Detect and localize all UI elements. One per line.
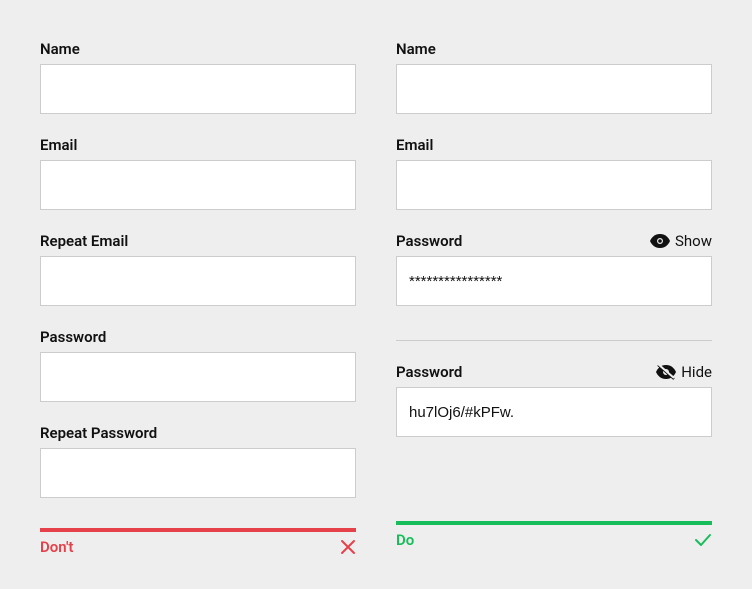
eye-off-icon — [656, 364, 676, 380]
show-password-toggle[interactable]: Show — [650, 232, 712, 250]
email-label: Email — [396, 136, 433, 154]
repeat-password-label: Repeat Password — [40, 424, 157, 442]
dont-column: Name Email Repeat Email Password Repeat … — [40, 40, 356, 549]
eye-icon — [650, 234, 670, 248]
repeat-email-label: Repeat Email — [40, 232, 128, 250]
dont-bar — [40, 528, 356, 532]
email-input[interactable] — [40, 160, 356, 210]
field-name: Name — [396, 40, 712, 114]
field-email: Email — [396, 136, 712, 210]
password-label: Password — [396, 363, 462, 381]
field-password: Password — [40, 328, 356, 402]
cross-icon — [340, 539, 356, 555]
field-name: Name — [40, 40, 356, 114]
password-masked-input[interactable] — [396, 256, 712, 306]
email-label: Email — [40, 136, 77, 154]
name-input[interactable] — [40, 64, 356, 114]
password-plain-input[interactable] — [396, 387, 712, 437]
name-label: Name — [396, 40, 436, 58]
field-repeat-password: Repeat Password — [40, 424, 356, 498]
do-column: Name Email Password Show Password — [396, 40, 712, 549]
password-label: Password — [396, 232, 462, 250]
hide-password-toggle[interactable]: Hide — [656, 363, 712, 381]
check-icon — [694, 533, 712, 547]
show-label: Show — [675, 232, 712, 250]
dont-label: Don't — [40, 538, 73, 556]
repeat-email-input[interactable] — [40, 256, 356, 306]
section-divider — [396, 340, 712, 341]
field-email: Email — [40, 136, 356, 210]
password-input[interactable] — [40, 352, 356, 402]
do-footer: Do — [396, 521, 712, 549]
do-label: Do — [396, 531, 414, 549]
field-password-masked: Password Show — [396, 232, 712, 306]
password-label: Password — [40, 328, 106, 346]
email-input[interactable] — [396, 160, 712, 210]
field-repeat-email: Repeat Email — [40, 232, 356, 306]
do-bar — [396, 521, 712, 525]
name-input[interactable] — [396, 64, 712, 114]
dont-footer: Don't — [40, 528, 356, 556]
repeat-password-input[interactable] — [40, 448, 356, 498]
field-password-plain: Password Hide — [396, 363, 712, 437]
hide-label: Hide — [681, 363, 712, 381]
name-label: Name — [40, 40, 80, 58]
